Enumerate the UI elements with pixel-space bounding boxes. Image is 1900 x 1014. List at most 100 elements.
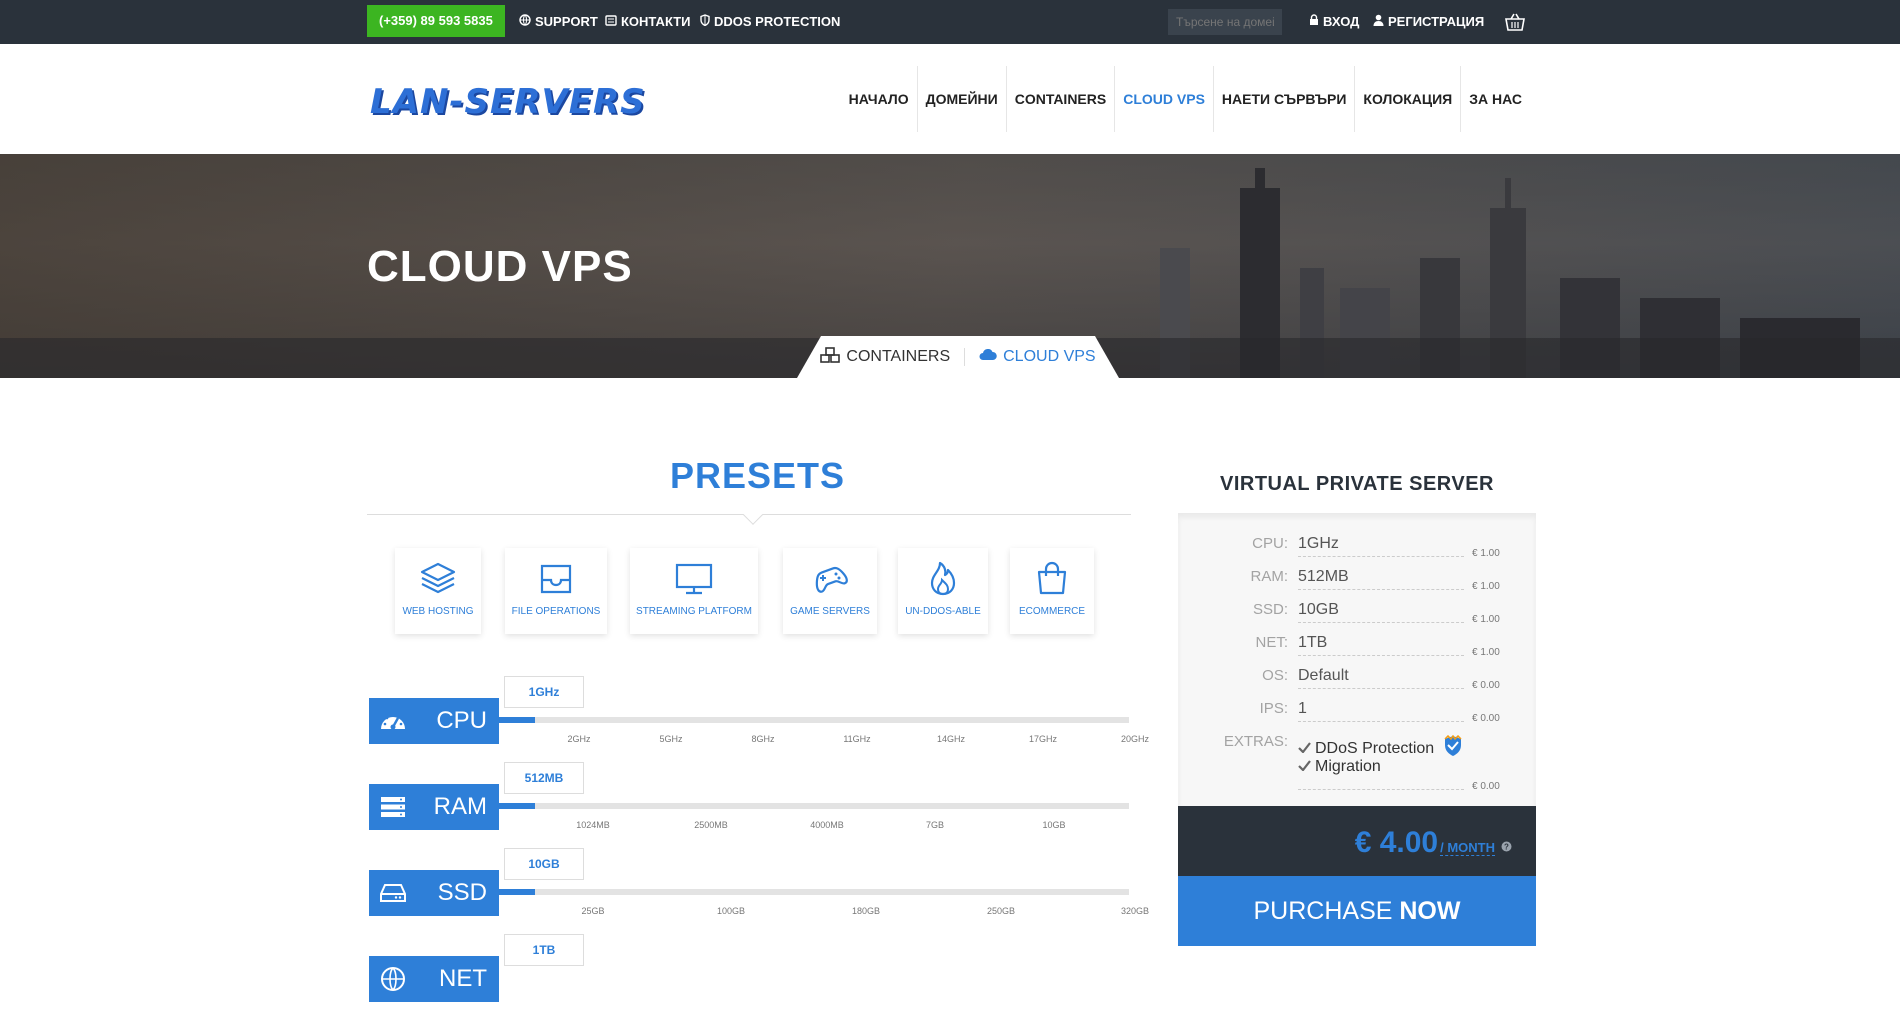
shield-icon xyxy=(700,0,710,44)
cpu-tick: 20GHz xyxy=(1120,734,1150,744)
cpu-tick: 5GHz xyxy=(659,734,683,744)
spec-dashline xyxy=(1298,655,1464,656)
total-price: € 4.00 / MONTH ? xyxy=(1355,826,1512,860)
net-slider-label: NET xyxy=(369,956,499,1002)
spec-dashline xyxy=(1298,556,1464,557)
tab-cloud-vps[interactable]: CLOUD VPS xyxy=(979,348,1096,366)
price-bar: € 4.00 / MONTH ? xyxy=(1178,806,1536,876)
login-link[interactable]: ВХОД xyxy=(1309,0,1359,44)
domain-search-input[interactable] xyxy=(1168,9,1282,35)
cpu-tick: 2GHz xyxy=(567,734,591,744)
hero-banner: CLOUD VPS CONTAINERS CLOUD VPS xyxy=(0,154,1900,378)
net-label: NET xyxy=(439,965,487,992)
monitor-icon xyxy=(675,563,713,595)
preset-web-hosting[interactable]: WEB HOSTING xyxy=(395,548,481,634)
nav-about[interactable]: ЗА НАС xyxy=(1461,66,1530,132)
nav-containers[interactable]: CONTAINERS xyxy=(1007,66,1116,132)
contacts-label: КОНТАКТИ xyxy=(621,14,691,29)
site-logo[interactable]: LAN-SERVERS xyxy=(370,82,646,122)
ssd-value-bubble: 10GB xyxy=(504,848,584,880)
ssd-slider-fill[interactable] xyxy=(499,889,535,895)
nav-domains[interactable]: ДОМЕЙНИ xyxy=(918,66,1007,132)
purchase-button[interactable]: PURCHASE NOW xyxy=(1178,876,1536,946)
summary-title: VIRTUAL PRIVATE SERVER xyxy=(1219,473,1494,495)
cpu-slider: CPU 1GHz 2GHz 5GHz 8GHz 11GHz 14GHz 17GH… xyxy=(367,676,1150,756)
spec-price: € 1.00 xyxy=(1472,581,1500,592)
preset-ecommerce[interactable]: ECOMMERCE xyxy=(1010,548,1094,634)
spec-price: € 1.00 xyxy=(1472,647,1500,658)
basket-icon[interactable] xyxy=(1504,12,1526,32)
check-icon xyxy=(1298,758,1311,776)
nav-dedicated-servers[interactable]: НАЕТИ СЪРВЪРИ xyxy=(1214,66,1356,132)
nav-cloud-vps[interactable]: CLOUD VPS xyxy=(1115,66,1214,132)
question-icon[interactable]: ? xyxy=(1501,841,1512,855)
preset-streaming-platform[interactable]: STREAMING PLATFORM xyxy=(630,548,758,634)
preset-label: GAME SERVERS xyxy=(790,606,870,617)
billing-period[interactable]: / MONTH xyxy=(1440,840,1495,856)
register-label: РЕГИСТРАЦИЯ xyxy=(1388,14,1485,29)
spec-price: € 0.00 xyxy=(1472,781,1500,792)
globe-icon xyxy=(519,0,531,44)
svg-text:?: ? xyxy=(1504,843,1509,852)
spec-row-os: OS: Default € 0.00 xyxy=(1178,667,1536,695)
spec-value: 512MB xyxy=(1298,568,1349,585)
check-icon xyxy=(1298,740,1311,758)
ssd-tick: 320GB xyxy=(1120,906,1150,916)
preset-file-operations[interactable]: FILE OPERATIONS xyxy=(505,548,607,634)
spec-dashline xyxy=(1298,589,1464,590)
preset-game-servers[interactable]: GAME SERVERS xyxy=(783,548,877,634)
site-header: LAN-SERVERS НАЧАЛО ДОМЕЙНИ CONTAINERS CL… xyxy=(0,44,1900,154)
cpu-slider-track[interactable] xyxy=(499,717,1129,723)
spec-dashline xyxy=(1298,688,1464,689)
cpu-label: CPU xyxy=(436,707,487,734)
ssd-label: SSD xyxy=(437,879,487,906)
ram-slider-track[interactable] xyxy=(499,803,1129,809)
ssd-tick: 250GB xyxy=(986,906,1016,916)
purchase-label: PURCHASE xyxy=(1253,897,1400,925)
extra-label: Migration xyxy=(1315,758,1381,775)
contacts-link[interactable]: КОНТАКТИ xyxy=(605,0,691,44)
ssd-slider-track[interactable] xyxy=(499,889,1129,895)
spec-value: 1TB xyxy=(1298,634,1328,651)
ddos-label: DDOS PROTECTION xyxy=(714,14,841,29)
register-link[interactable]: РЕГИСТРАЦИЯ xyxy=(1373,0,1484,44)
preset-label: UN-DDOS-ABLE xyxy=(905,606,981,617)
tab-divider xyxy=(964,348,966,366)
cpu-tick: 11GHz xyxy=(843,734,871,744)
speedometer-icon xyxy=(369,709,417,733)
ssd-slider-label: SSD xyxy=(369,870,499,916)
server-rack-icon xyxy=(369,796,417,818)
cpu-value-bubble: 1GHz xyxy=(504,676,584,708)
flame-icon xyxy=(930,561,956,596)
hard-drive-icon xyxy=(369,883,417,903)
inbox-icon xyxy=(540,564,572,594)
ssd-slider: SSD 10GB 25GB 100GB 180GB 250GB 320GB xyxy=(367,848,1150,928)
ddos-link[interactable]: DDOS PROTECTION xyxy=(700,0,840,44)
phone-number[interactable]: (+359) 89 593 5835 xyxy=(367,5,505,37)
spec-key: NET: xyxy=(1255,634,1288,651)
spec-key: CPU: xyxy=(1252,535,1288,552)
nav-home[interactable]: НАЧАЛО xyxy=(841,66,918,132)
spec-value: 10GB xyxy=(1298,601,1339,618)
shield-badge-icon xyxy=(1444,734,1462,762)
cpu-slider-fill[interactable] xyxy=(499,717,535,723)
ram-tick: 1024MB xyxy=(576,820,610,830)
spec-dashline xyxy=(1298,622,1464,623)
lock-icon xyxy=(1309,0,1319,44)
spec-price: € 0.00 xyxy=(1472,713,1500,724)
ram-tick: 2500MB xyxy=(694,820,728,830)
presets-divider-notch xyxy=(743,505,763,525)
ram-slider-fill[interactable] xyxy=(499,803,535,809)
preset-un-ddos-able[interactable]: UN-DDOS-ABLE xyxy=(898,548,988,634)
support-label: SUPPORT xyxy=(535,14,598,29)
spec-value: 1 xyxy=(1298,700,1307,717)
ram-tick: 7GB xyxy=(925,820,945,830)
purchase-label-bold: NOW xyxy=(1399,897,1461,925)
spec-key: SSD: xyxy=(1252,601,1288,618)
spec-key: EXTRAS: xyxy=(1223,733,1288,750)
spec-row-ips: IPS: 1 € 0.00 xyxy=(1178,700,1536,728)
nav-colocation[interactable]: КОЛОКАЦИЯ xyxy=(1355,66,1462,132)
tab-containers[interactable]: CONTAINERS xyxy=(820,346,950,368)
extra-label: DDoS Protection xyxy=(1315,739,1435,757)
support-link[interactable]: SUPPORT xyxy=(519,0,598,44)
